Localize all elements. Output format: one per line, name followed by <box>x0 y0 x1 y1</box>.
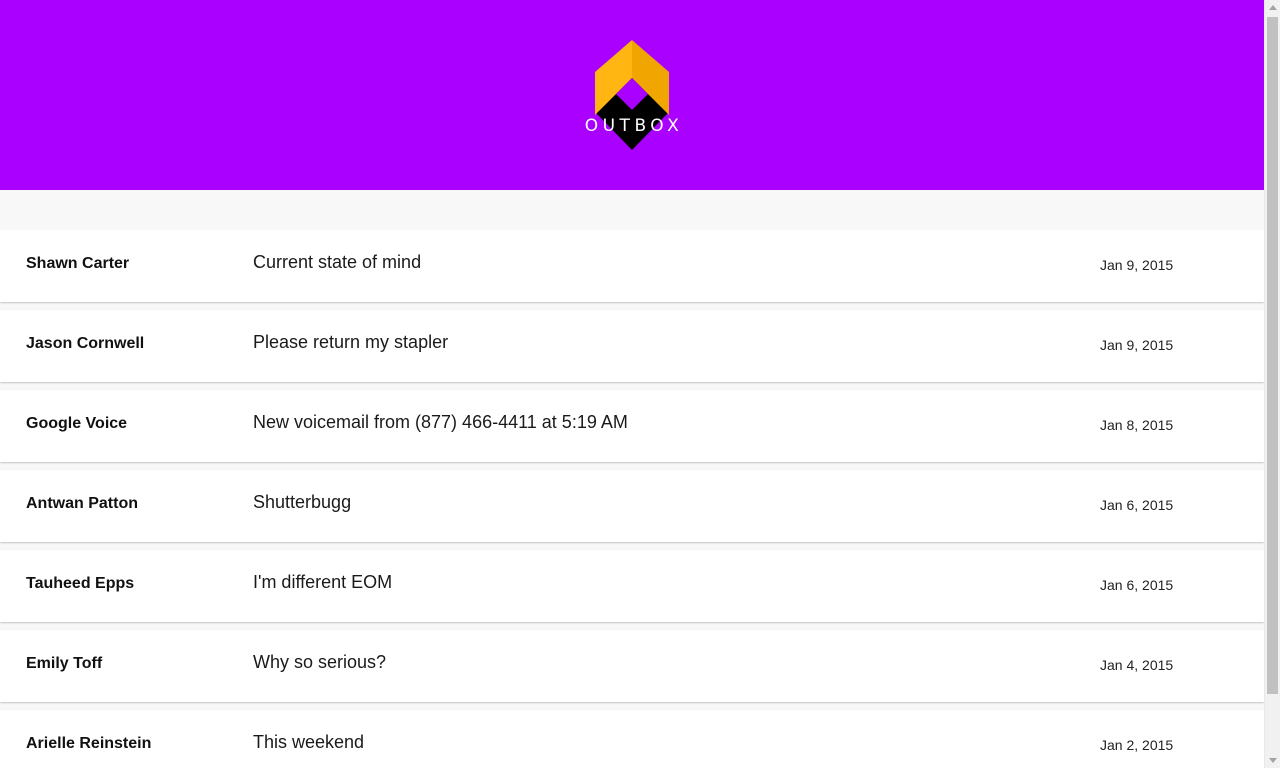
message-date: Jan 9, 2015 <box>1100 337 1174 353</box>
message-subject: New voicemail from (877) 466-4411 at 5:1… <box>253 412 628 432</box>
message-date: Jan 6, 2015 <box>1100 497 1174 513</box>
message-row[interactable]: Emily Toff Why so serious? Jan 4, 2015 <box>0 630 1264 702</box>
message-subject: I'm different EOM <box>253 572 393 592</box>
app-header: OUTBOX <box>0 0 1264 190</box>
message-subject: Shutterbugg <box>253 492 352 512</box>
message-subject: This weekend <box>253 732 365 752</box>
message-sender: Emily Toff <box>26 655 103 672</box>
scroll-down-arrow-icon[interactable] <box>1269 758 1277 763</box>
message-row[interactable]: Google Voice New voicemail from (877) 46… <box>0 390 1264 462</box>
message-row[interactable]: Arielle Reinstein This weekend Jan 2, 20… <box>0 710 1264 768</box>
message-date: Jan 2, 2015 <box>1100 737 1174 753</box>
scrollbar-thumb[interactable] <box>1267 17 1278 694</box>
message-subject: Please return my stapler <box>253 332 449 352</box>
message-sender: Shawn Carter <box>26 255 130 272</box>
message-sender: Jason Cornwell <box>26 335 145 352</box>
logo-wordmark: OUTBOX <box>584 116 684 136</box>
main-content: OUTBOX Shawn Carter Current state of min… <box>0 0 1264 768</box>
message-date: Jan 9, 2015 <box>1100 257 1174 273</box>
message-row[interactable]: Jason Cornwell Please return my stapler … <box>0 310 1264 382</box>
message-date: Jan 4, 2015 <box>1100 657 1174 673</box>
message-sender: Tauheed Epps <box>26 575 135 592</box>
outbox-app: OUTBOX Shawn Carter Current state of min… <box>0 0 1280 768</box>
message-subject: Why so serious? <box>253 652 387 672</box>
scroll-up-arrow-icon[interactable] <box>1269 5 1277 10</box>
vertical-scrollbar[interactable] <box>1264 0 1280 768</box>
message-sender: Google Voice <box>26 415 128 432</box>
message-date: Jan 6, 2015 <box>1100 577 1174 593</box>
message-sender: Antwan Patton <box>26 495 138 512</box>
message-row[interactable]: Shawn Carter Current state of mind Jan 9… <box>0 230 1264 302</box>
message-row[interactable]: Antwan Patton Shutterbugg Jan 6, 2015 <box>0 470 1264 542</box>
outbox-logo[interactable]: OUTBOX <box>579 40 685 150</box>
message-sender: Arielle Reinstein <box>26 735 152 752</box>
message-row[interactable]: Tauheed Epps I'm different EOM Jan 6, 20… <box>0 550 1264 622</box>
message-subject: Current state of mind <box>253 252 422 272</box>
message-date: Jan 8, 2015 <box>1100 417 1174 433</box>
message-list: Shawn Carter Current state of mind Jan 9… <box>0 230 1264 768</box>
